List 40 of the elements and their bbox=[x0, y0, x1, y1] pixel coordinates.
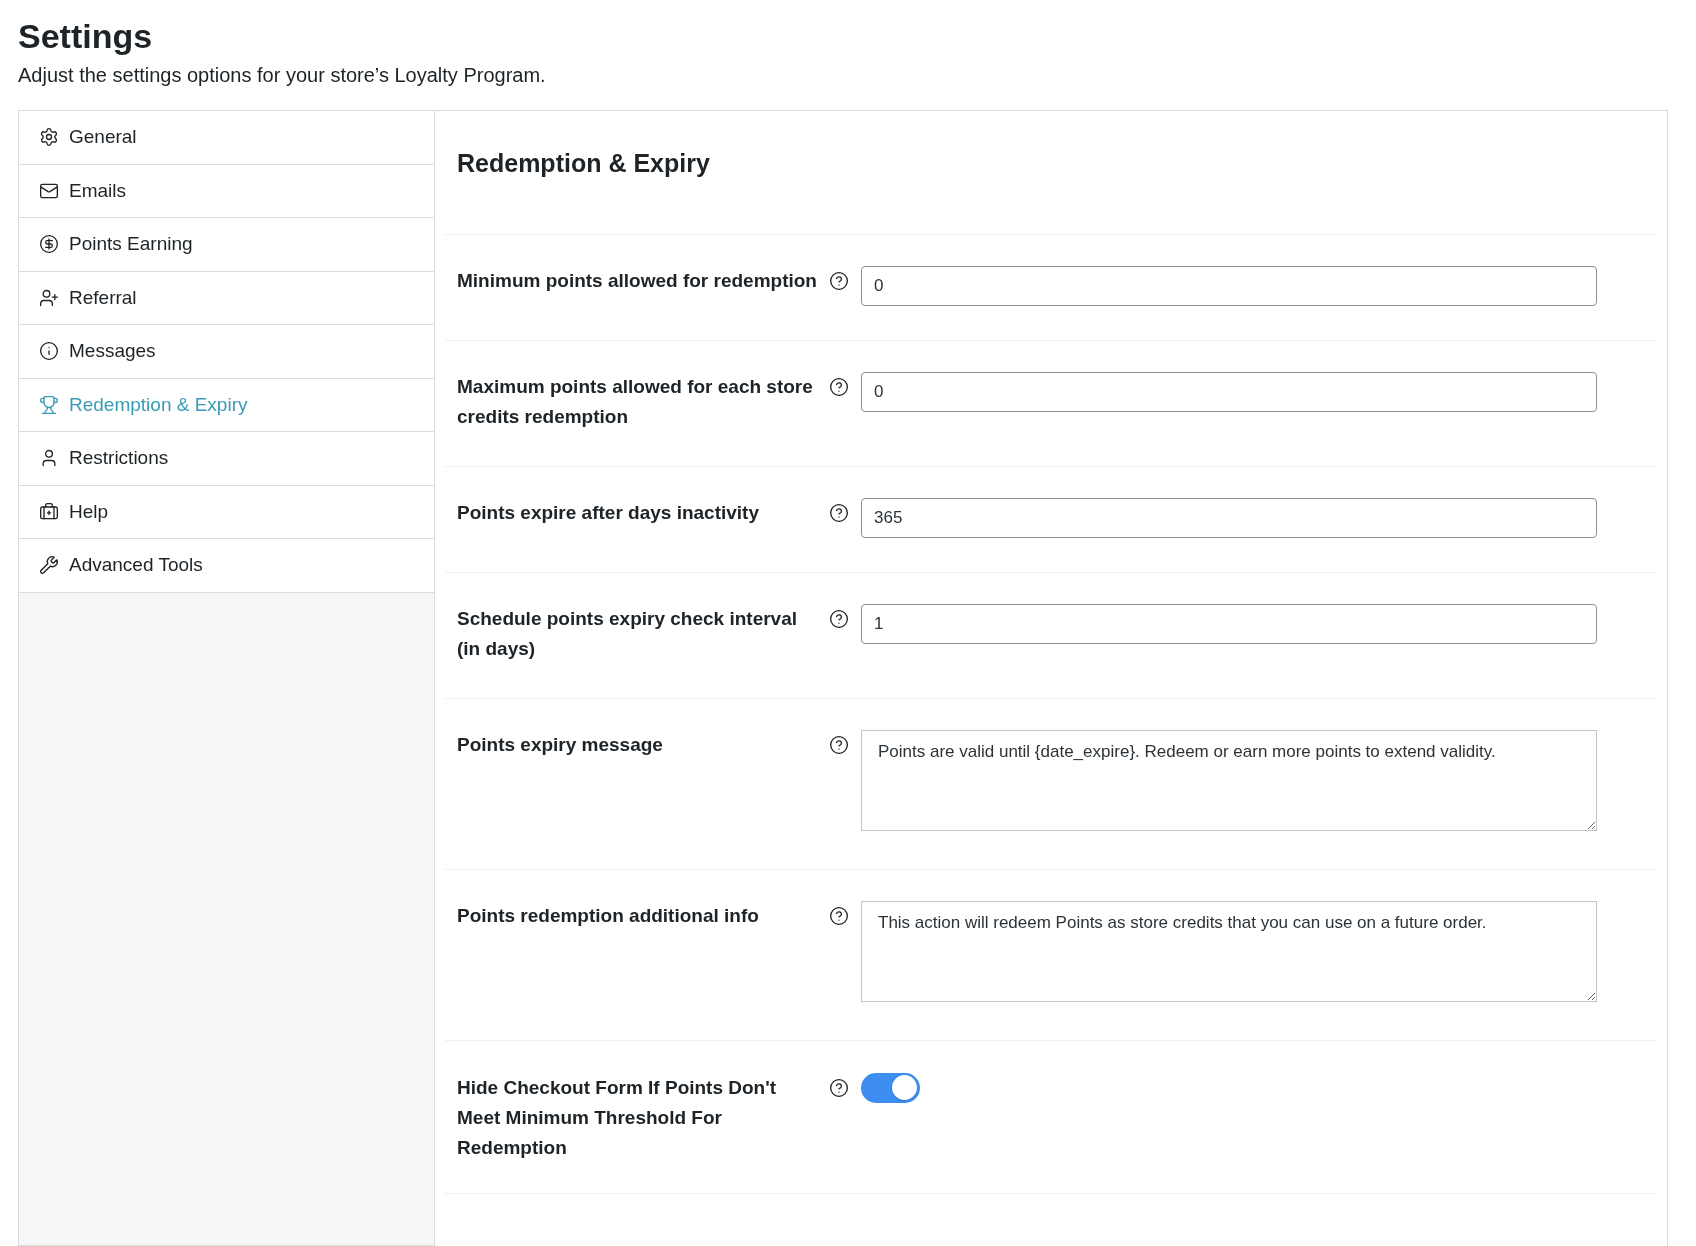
gear-icon bbox=[39, 127, 59, 148]
sidebar-item[interactable]: General bbox=[19, 111, 434, 165]
dollar-coin-icon bbox=[39, 234, 59, 255]
text-input-field[interactable]: 365 bbox=[861, 497, 1597, 538]
setting-label: Points redemption additional info bbox=[457, 903, 760, 928]
setting-label: Schedule points expiry check interval (in days) bbox=[457, 606, 798, 661]
sidebar-item[interactable]: Points Earning bbox=[19, 218, 434, 272]
textarea-field[interactable]: This action will redeem Points as store credits that you can use on a future order. bbox=[861, 900, 1597, 1002]
trophy-icon bbox=[39, 394, 59, 415]
sidebar-item[interactable]: Help bbox=[19, 485, 434, 539]
help-icon[interactable] bbox=[829, 502, 849, 523]
sidebar-item[interactable]: Advanced Tools bbox=[19, 539, 434, 593]
toggle-knob bbox=[892, 1075, 917, 1100]
text-input-field[interactable]: 1 bbox=[861, 603, 1597, 644]
info-icon bbox=[39, 341, 59, 362]
help-icon[interactable] bbox=[829, 734, 849, 755]
text-input-field[interactable]: 0 bbox=[861, 371, 1597, 412]
medical-bag-icon bbox=[39, 501, 59, 522]
section-title: Redemption & Expiry bbox=[445, 111, 1657, 235]
setting-label: Maximum points allowed for each store credits redemption bbox=[457, 374, 814, 429]
help-icon[interactable] bbox=[829, 905, 849, 926]
help-icon[interactable] bbox=[829, 270, 849, 291]
wrench-icon bbox=[39, 555, 59, 576]
sidebar-item[interactable]: Restrictions bbox=[19, 432, 434, 486]
page-title: Settings bbox=[18, 16, 154, 57]
setting-label: Points expire after days inactivity bbox=[457, 500, 760, 525]
toggle-switch[interactable] bbox=[861, 1072, 920, 1103]
sidebar-item[interactable]: Messages bbox=[19, 325, 434, 379]
setting-label: Hide Checkout Form If Points Don't Meet Minimum Threshold For Redemption bbox=[457, 1075, 778, 1160]
setting-label: Minimum points allowed for redemption bbox=[457, 268, 817, 293]
sidebar-item[interactable]: Emails bbox=[19, 164, 434, 218]
text-input-field[interactable]: 0 bbox=[861, 265, 1597, 306]
user-plus-icon bbox=[39, 287, 59, 308]
textarea-field[interactable]: Points are valid until {date_expire}. Redeem or earn more points to extend validity. bbox=[861, 729, 1597, 831]
help-icon[interactable] bbox=[829, 1077, 849, 1098]
page-subtitle: Adjust the settings options for your store’s Loyalty Program. bbox=[18, 63, 547, 88]
help-icon[interactable] bbox=[829, 608, 849, 629]
help-icon[interactable] bbox=[829, 376, 849, 397]
setting-label: Points expiry message bbox=[457, 732, 664, 757]
sidebar-item[interactable]: Referral bbox=[19, 271, 434, 325]
